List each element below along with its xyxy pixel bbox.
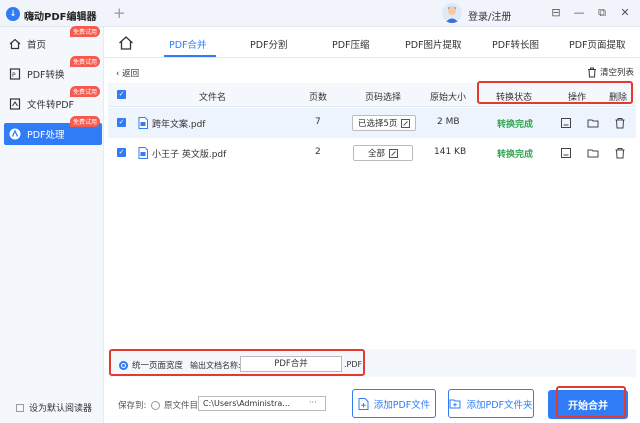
add-folder-icon [449,399,461,409]
folder-icon[interactable] [587,117,599,129]
login-register-link[interactable]: 登录/注册 [468,8,511,23]
select-all-checkbox[interactable]: ✓ [117,90,126,99]
back-button[interactable]: ‹ 返回 [116,67,139,79]
sidebar-item-file-to-pdf[interactable]: 文件转PDF 免费试用 [4,86,102,115]
set-default-reader[interactable]: 设为默认阅读器 [16,401,92,414]
new-tab-button[interactable]: + [113,4,126,22]
row-checkbox[interactable]: ✓ [117,118,126,127]
set-default-checkbox[interactable] [16,403,24,412]
page-select-label: 已选择5页 [358,119,398,129]
tab-pdf-merge[interactable]: PDF合并 [169,37,207,51]
header-pages: 页数 [309,93,328,103]
minimize-icon[interactable]: — [571,5,587,21]
status-badge: 转换完成 [497,150,534,160]
title-bar: ↓ 嗨动PDF编辑器 + 登录/注册 ⊟ — ⧉ ✕ [0,0,640,27]
table-row[interactable]: ✓ 小王子 英文版.pdf 2 全部 141 KB 转换完成 [108,138,636,168]
sidebar-item-pdf-process[interactable]: PDF处理 免费试用 [4,116,102,145]
tab-bar: PDF合并 PDF分割 PDF压缩 PDF图片提取 PDF转长图 PDF页面提取 [104,27,640,58]
pdf-file-icon [138,147,148,159]
sidebar: 首页 免费试用 P PDF转换 免费试用 文件转PDF 免费试用 PDF处理 免… [0,26,104,423]
table-row[interactable]: ✓ 跨年文案.pdf 7 已选择5页 2 MB 转换完成 [108,108,636,138]
home-tab-icon[interactable] [118,35,134,51]
file-size: 2 MB [437,117,460,127]
avatar[interactable] [442,3,462,23]
header-filename: 文件名 [199,93,227,103]
free-trial-badge: 免费试用 [69,56,100,67]
tab-pdf-image-extract[interactable]: PDF图片提取 [405,37,462,51]
highlight-box-header [477,81,633,104]
app-logo-icon: ↓ [6,7,20,21]
clear-list-button[interactable]: 清空列表 [587,66,634,78]
page-count: 7 [315,117,321,127]
tab-pdf-page-extract[interactable]: PDF页面提取 [569,37,626,51]
tab-pdf-compress[interactable]: PDF压缩 [332,37,370,51]
trash-icon [588,67,596,77]
edit-icon [401,118,411,128]
row-checkbox[interactable]: ✓ [117,148,126,157]
open-file-icon[interactable] [560,147,572,159]
pdf-file-icon [138,117,148,129]
app-title: 嗨动PDF编辑器 [24,12,97,23]
status-badge: 转换完成 [497,120,534,130]
file-to-pdf-icon [9,98,21,110]
page-select-button[interactable]: 已选择5页 [352,115,417,131]
browse-button[interactable]: ··· [309,398,317,407]
tab-pdf-to-long-image[interactable]: PDF转长图 [492,37,539,51]
edit-icon [389,148,398,158]
source-dir-radio[interactable] [151,400,160,410]
folder-icon[interactable] [587,147,599,159]
file-size: 141 KB [434,147,467,157]
back-label: 返回 [122,69,140,79]
file-name: 跨年文案.pdf [152,120,206,130]
sidebar-item-home[interactable]: 首页 免费试用 [4,26,102,55]
active-tab-indicator [164,55,216,57]
trash-icon[interactable] [614,117,626,129]
sidebar-item-label: 文件转PDF [27,100,75,111]
save-to-label: 保存到: [118,401,147,411]
sidebar-item-label: PDF转换 [27,70,65,81]
header-original-size: 原始大小 [430,93,467,103]
tab-pdf-split[interactable]: PDF分割 [250,37,288,51]
open-file-icon[interactable] [560,117,572,129]
save-path-input[interactable]: C:\Users\Administra... [198,396,326,411]
add-pdf-file-button[interactable]: 添加PDF文件 [352,389,436,418]
convert-icon: P [9,68,21,80]
free-trial-badge: 免费试用 [69,26,100,37]
sidebar-item-label: 首页 [27,40,47,51]
set-default-label: 设为默认阅读器 [29,404,93,414]
close-icon[interactable]: ✕ [617,5,633,21]
add-file-icon [358,397,369,410]
menu-icon[interactable]: ⊟ [548,5,564,21]
home-icon [9,38,21,50]
highlight-box-options [109,349,365,376]
sidebar-item-label: PDF处理 [27,130,65,141]
maximize-icon[interactable]: ⧉ [594,5,610,21]
add-pdf-folder-button[interactable]: 添加PDF文件夹 [448,389,534,418]
chevron-left-icon: ‹ [116,69,120,79]
file-name: 小王子 英文版.pdf [152,150,227,160]
svg-text:P: P [12,72,16,79]
add-file-label: 添加PDF文件 [373,399,431,411]
pdf-process-icon [9,128,21,140]
trash-icon[interactable] [614,147,626,159]
highlight-box-start [556,386,626,418]
clear-list-label: 清空列表 [600,68,635,78]
page-count: 2 [315,147,321,157]
add-folder-label: 添加PDF文件夹 [466,399,533,411]
free-trial-badge: 免费试用 [69,86,100,97]
sidebar-item-pdf-convert[interactable]: P PDF转换 免费试用 [4,56,102,85]
free-trial-badge: 免费试用 [69,116,100,127]
page-select-button[interactable]: 全部 [353,145,413,161]
header-page-select: 页码选择 [365,93,402,103]
page-select-label: 全部 [367,149,385,159]
